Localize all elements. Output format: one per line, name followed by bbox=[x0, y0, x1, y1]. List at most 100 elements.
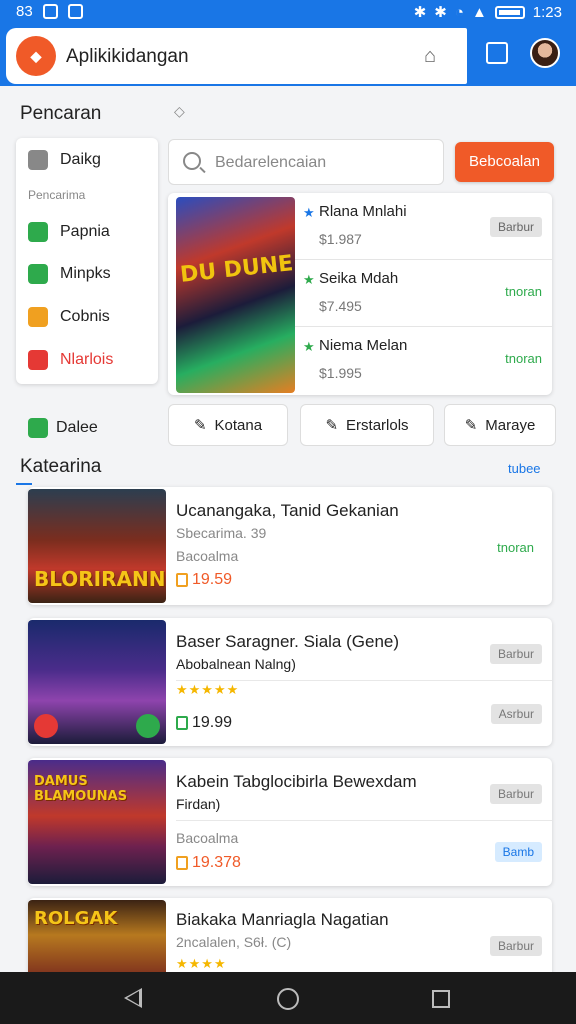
game-card[interactable]: ROLGAK Biakaka Manriagla Nagatian 2ncala… bbox=[28, 898, 552, 978]
game-tag[interactable]: Barbur bbox=[489, 784, 542, 804]
sidebar-item-label: Minpks bbox=[60, 265, 111, 282]
back-icon[interactable] bbox=[124, 988, 142, 1008]
chip-kotana[interactable]: ✎ Kotana bbox=[168, 404, 288, 446]
featured-name: Rlana Mnlahi bbox=[319, 203, 407, 220]
search-input[interactable]: Bedarelencaian bbox=[168, 139, 444, 185]
price-value: 19.99 bbox=[192, 714, 233, 731]
app-bar: ◆ Aplikikidangan ⌂ bbox=[0, 24, 576, 86]
app-logo-icon: ◆ bbox=[16, 36, 56, 76]
search-button[interactable]: Bebcoalan bbox=[455, 142, 554, 182]
category-icon bbox=[28, 307, 48, 327]
wifi-icon: ◔ bbox=[454, 3, 464, 21]
thumbnail-title: DAMUS BLAMOUNAS bbox=[34, 774, 128, 804]
featured-price: $7.495 bbox=[319, 298, 362, 314]
price-tag-icon bbox=[176, 856, 188, 870]
app-name: Aplikikidangan bbox=[66, 46, 189, 67]
chip-maraye[interactable]: ✎ Maraye bbox=[444, 404, 556, 446]
sidebar-item-label: Daikg bbox=[60, 151, 101, 168]
badge-icon bbox=[136, 714, 160, 738]
thumbnail-title: BLORIRANN bbox=[34, 567, 166, 591]
signal-icon: ▲ bbox=[471, 3, 487, 21]
featured-tag[interactable]: tnoran bbox=[505, 351, 542, 366]
sidebar-item-label: Papnia bbox=[60, 223, 110, 240]
category-icon bbox=[28, 264, 48, 284]
notification-bell-icon[interactable]: ⌂ bbox=[424, 45, 436, 68]
clock: 1:23 bbox=[532, 3, 562, 21]
game-card[interactable]: BLORIRANN Ucanangaka, Tanid Gekanian Sbe… bbox=[28, 487, 552, 605]
sidebar-item-4[interactable]: Nlarlois bbox=[28, 350, 113, 370]
featured-game-image[interactable]: DU DUNE bbox=[176, 197, 295, 393]
featured-tag[interactable]: tnoran bbox=[505, 284, 542, 299]
game-title: Biakaka Manriagla Nagatian bbox=[176, 910, 389, 929]
category-icon bbox=[28, 222, 48, 242]
game-thumbnail bbox=[28, 620, 166, 744]
game-title: Kabein Tabglocibirla Bewexdam bbox=[176, 772, 417, 791]
featured-name: Niema Melan bbox=[319, 337, 408, 354]
featured-panel: DU DUNE ★ Rlana Mnlahi $1.987 Barbur ★ S… bbox=[168, 193, 552, 395]
pencil-icon: ✎ bbox=[325, 417, 339, 434]
section-title-kategori: Katearina bbox=[20, 456, 102, 477]
rating-stars: ★★★★★ bbox=[176, 682, 240, 697]
featured-image-text: DU DUNE bbox=[179, 251, 295, 288]
avatar[interactable] bbox=[530, 38, 560, 68]
price-tag-icon bbox=[176, 573, 188, 587]
price-value: 19.378 bbox=[192, 854, 241, 871]
sidebar-subheader: Pencarima bbox=[28, 188, 86, 202]
price-value: 19.59 bbox=[192, 571, 233, 588]
rating-stars: ★★★★ bbox=[176, 956, 227, 971]
recent-apps-icon[interactable] bbox=[432, 990, 450, 1008]
game-price: 19.378 bbox=[176, 854, 241, 872]
see-all-link[interactable]: tubee bbox=[508, 461, 541, 476]
game-thumbnail: BLORIRANN bbox=[28, 489, 166, 603]
featured-price: $1.995 bbox=[319, 365, 362, 381]
sidebar-item-2[interactable]: Minpks bbox=[28, 264, 111, 284]
sidebar-item-1[interactable]: Papnia bbox=[28, 222, 110, 242]
featured-row-0[interactable]: ★ Rlana Mnlahi $1.987 Barbur bbox=[295, 193, 552, 260]
app-notification-icon bbox=[67, 4, 83, 19]
badge-icon bbox=[34, 714, 58, 738]
chip-erstarlols[interactable]: ✎ Erstarlols bbox=[300, 404, 434, 446]
game-card[interactable]: Baser Saragner. Siala (Gene) Abobalnean … bbox=[28, 618, 552, 746]
featured-tag[interactable]: Barbur bbox=[489, 217, 542, 237]
app-title-bar[interactable]: ◆ Aplikikidangan ⌂ bbox=[6, 28, 467, 84]
game-thumbnail: DAMUS BLAMOUNAS bbox=[28, 760, 166, 884]
game-tag[interactable]: Asrbur bbox=[490, 704, 542, 724]
bluetooth-icon-2: ✱ bbox=[434, 4, 447, 21]
game-subtitle: Firdan) bbox=[176, 796, 221, 812]
game-title: Baser Saragner. Siala (Gene) bbox=[176, 632, 400, 651]
game-title: Ucanangaka, Tanid Gekanian bbox=[176, 501, 399, 520]
pencil-icon: ✎ bbox=[464, 417, 478, 434]
calendar-icon[interactable] bbox=[486, 42, 508, 64]
status-left-text: 83 bbox=[16, 3, 33, 20]
dalee-label: Dalee bbox=[56, 419, 98, 436]
dalee-item[interactable]: Dalee bbox=[28, 418, 98, 438]
chip-label: Erstarlols bbox=[346, 416, 409, 434]
featured-row-2[interactable]: ★ Niema Melan $1.995 tnoran bbox=[295, 327, 552, 394]
sidebar-item-3[interactable]: Cobnis bbox=[28, 307, 110, 327]
featured-price: $1.987 bbox=[319, 231, 362, 247]
game-tag[interactable]: Barbur bbox=[489, 644, 542, 664]
home-icon[interactable] bbox=[277, 988, 299, 1010]
sidebar-item-0[interactable]: Daikg bbox=[28, 150, 101, 170]
divider bbox=[176, 820, 552, 821]
game-tag[interactable]: Barbur bbox=[489, 936, 542, 956]
chip-label: Kotana bbox=[214, 416, 263, 434]
game-tag[interactable]: tnoran bbox=[489, 537, 542, 558]
category-icon bbox=[28, 150, 48, 170]
game-card[interactable]: DAMUS BLAMOUNAS Kabein Tabglocibirla Bew… bbox=[28, 758, 552, 886]
sidebar-item-label: Nlarlois bbox=[60, 351, 114, 368]
divider bbox=[176, 680, 552, 681]
search-icon bbox=[183, 152, 201, 170]
section-title-pencarian: Pencaran bbox=[20, 103, 102, 124]
notification-icon bbox=[42, 4, 58, 19]
game-tag[interactable]: Bamb bbox=[494, 842, 542, 862]
game-developer: Bacoalma bbox=[176, 830, 239, 846]
game-price: 19.59 bbox=[176, 571, 232, 589]
section-underline bbox=[16, 483, 32, 485]
featured-row-1[interactable]: ★ Seika Mdah $7.495 tnoran bbox=[295, 260, 552, 327]
bluetooth-icon: ✱ bbox=[413, 4, 427, 21]
chip-label: Maraye bbox=[485, 416, 536, 434]
location-pin-icon: ◇ bbox=[174, 103, 185, 119]
category-icon bbox=[28, 350, 48, 370]
category-sidebar: Daikg Pencarima Papnia Minpks Cobnis Nla… bbox=[16, 138, 158, 384]
